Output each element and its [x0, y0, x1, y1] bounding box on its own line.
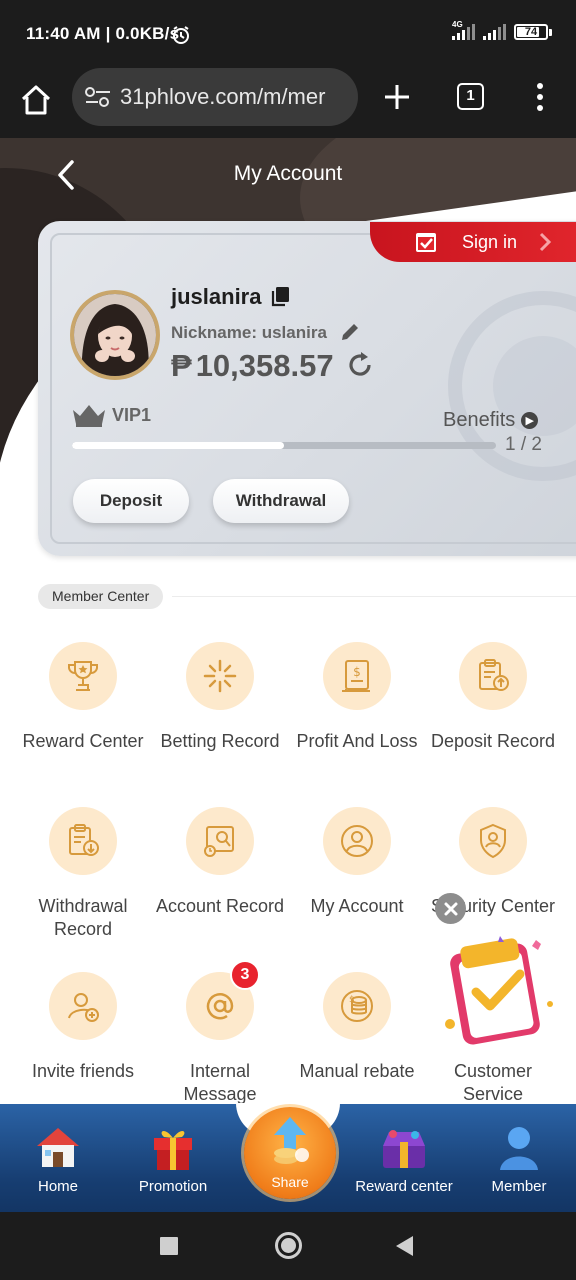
- gift-box-icon: [154, 1130, 192, 1170]
- nav-reward-center[interactable]: Reward center: [349, 1120, 459, 1195]
- signal-icon: [483, 24, 506, 40]
- edit-pencil-icon[interactable]: [339, 321, 361, 343]
- menu-profit-and-loss[interactable]: $ Profit And Loss: [289, 642, 425, 753]
- ledger-icon: $: [342, 660, 370, 692]
- signal-4g-icon: 4G: [452, 20, 475, 40]
- status-bar: 11:40 AM | 0.0KB/s 4G 74: [0, 0, 576, 66]
- menu-invite-friends[interactable]: Invite friends: [15, 972, 151, 1083]
- alarm-icon: [173, 26, 189, 44]
- system-home-icon[interactable]: [275, 1232, 302, 1259]
- refresh-icon[interactable]: [344, 349, 376, 381]
- record-search-icon: [204, 826, 234, 857]
- menu-label: Betting Record: [160, 731, 280, 751]
- trophy-icon: [68, 661, 98, 691]
- battery-icon: 74: [514, 24, 552, 40]
- share-arrow-icon: [274, 1117, 309, 1164]
- svg-text:$: $: [353, 665, 361, 679]
- system-back-icon[interactable]: [396, 1236, 413, 1256]
- menu-betting-record[interactable]: Betting Record: [152, 642, 288, 753]
- withdrawal-button[interactable]: Withdrawal: [213, 479, 349, 523]
- screen: { "status_bar": { "time": "11:40 AM | 0.…: [0, 0, 576, 1280]
- menu-label: Manual rebate: [299, 1061, 415, 1081]
- nav-promotion[interactable]: Promotion: [118, 1120, 228, 1195]
- nav-label: Member: [491, 1178, 547, 1195]
- menu-label: Invite friends: [31, 1061, 135, 1081]
- nav-label: Promotion: [138, 1178, 208, 1195]
- menu-withdrawal-record[interactable]: Withdrawal Record: [15, 807, 151, 941]
- deposit-button[interactable]: Deposit: [73, 479, 189, 523]
- url-text: 31phlove.com/m/mer: [120, 84, 326, 109]
- person-icon: [500, 1127, 538, 1170]
- benefits-link[interactable]: Benefits ▶: [443, 409, 539, 432]
- menu-label: Deposit Record: [430, 731, 556, 751]
- chevron-right-icon: [539, 232, 552, 252]
- system-navigation-bar: [0, 1212, 576, 1280]
- menu-label: Profit And Loss: [296, 731, 418, 751]
- home-icon[interactable]: [18, 82, 54, 118]
- chevron-right-circle-icon: ▶: [521, 412, 539, 429]
- add-user-icon: [68, 993, 99, 1022]
- menu-internal-message[interactable]: 3 Internal Message: [152, 960, 288, 1106]
- shield-user-icon: [480, 823, 506, 859]
- sign-in-button[interactable]: Sign in: [370, 222, 576, 262]
- nav-home[interactable]: Home: [3, 1120, 113, 1195]
- nickname: Nickname: uslanira: [171, 323, 327, 342]
- overflow-menu-icon[interactable]: [530, 80, 550, 114]
- menu-deposit-record[interactable]: Deposit Record: [425, 642, 561, 753]
- nav-label: Share: [271, 1174, 309, 1190]
- tab-switcher-button[interactable]: 1: [457, 83, 484, 110]
- menu-label: Internal Message: [183, 1061, 257, 1104]
- user-icon: [341, 825, 373, 857]
- close-promo-icon[interactable]: [435, 893, 466, 924]
- house-icon: [37, 1128, 79, 1167]
- nav-share[interactable]: Share: [244, 1107, 336, 1199]
- crown-icon: [73, 405, 105, 427]
- vip-level: VIP1: [112, 405, 152, 425]
- nav-member[interactable]: Member: [464, 1120, 574, 1195]
- menu-my-account[interactable]: My Account: [289, 807, 425, 918]
- balance-amount: 10,358.57: [195, 348, 334, 383]
- menu-reward-center[interactable]: Reward Center: [15, 642, 151, 753]
- status-time: 11:40 AM | 0.0KB/s: [26, 24, 180, 43]
- address-bar[interactable]: 31phlove.com/m/mer: [72, 68, 358, 126]
- site-settings-icon[interactable]: [84, 85, 112, 109]
- username: juslanira: [171, 284, 262, 309]
- menu-label: My Account: [310, 896, 404, 916]
- nav-label: Home: [37, 1178, 78, 1195]
- browser-toolbar: 31phlove.com/m/mer 1: [0, 66, 576, 138]
- clipboard-download-icon: [69, 824, 99, 856]
- menu-label: Account Record: [155, 896, 285, 916]
- avatar-photo: [74, 294, 156, 376]
- menu-account-record[interactable]: Account Record: [152, 807, 288, 918]
- member-center-title: Member Center: [38, 584, 164, 609]
- sign-in-label: Sign in: [462, 231, 518, 252]
- menu-label: Customer Service: [453, 1061, 533, 1104]
- menu-label: Withdrawal Record: [38, 896, 128, 939]
- page-title: My Account: [233, 162, 343, 185]
- divider: [172, 596, 576, 597]
- at-icon: [206, 993, 234, 1020]
- balance: ₱ 10,358.57: [171, 348, 334, 384]
- nav-label: Reward center: [355, 1178, 453, 1195]
- menu-manual-rebate[interactable]: $ Manual rebate: [289, 972, 425, 1083]
- status-icons: 4G 74: [173, 20, 552, 44]
- treasure-icon: [383, 1130, 425, 1168]
- vip-progress-bar: [72, 442, 496, 449]
- recent-apps-icon[interactable]: [160, 1237, 178, 1255]
- avatar[interactable]: [70, 290, 160, 380]
- daily-checkin-promo-icon[interactable]: [438, 934, 560, 1046]
- clipboard-upload-icon: [479, 659, 509, 691]
- vip-progress-fill: [72, 442, 284, 449]
- coins-icon: $: [341, 990, 373, 1022]
- svg-text:$: $: [349, 995, 355, 1005]
- menu-label: Reward Center: [22, 731, 144, 751]
- unread-badge: 3: [230, 960, 260, 990]
- currency-symbol: ₱: [171, 348, 192, 383]
- new-tab-icon[interactable]: [380, 80, 414, 114]
- sparkle-icon: [203, 659, 237, 693]
- vip-progress-text: 1 / 2: [505, 434, 542, 455]
- calendar-check-icon: [416, 233, 436, 252]
- benefits-label: Benefits: [443, 409, 516, 431]
- copy-icon[interactable]: [270, 285, 292, 307]
